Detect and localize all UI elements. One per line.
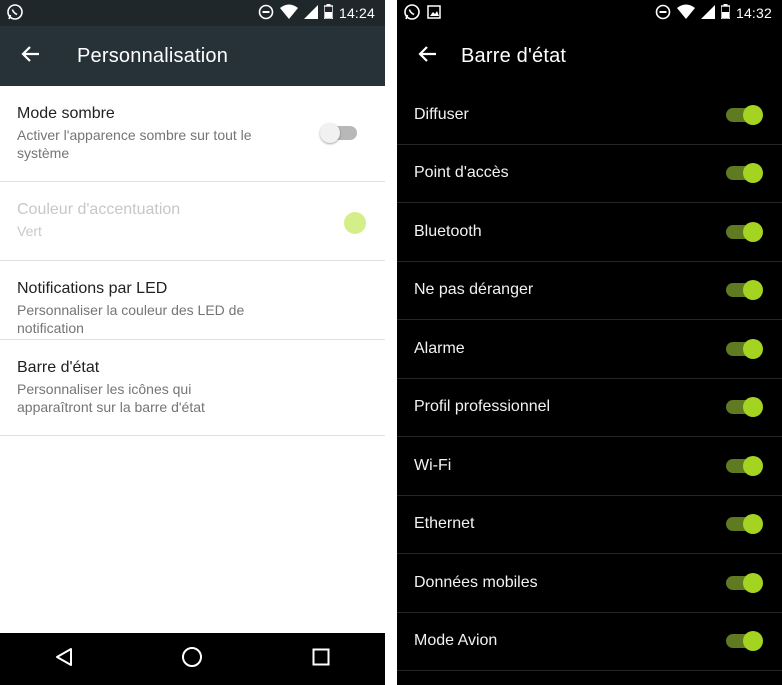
toggle-switch[interactable] xyxy=(726,455,763,476)
app-toolbar: Personnalisation xyxy=(0,26,385,86)
nav-back-button[interactable] xyxy=(34,633,94,685)
toggle-label: Bluetooth xyxy=(414,222,482,240)
toggle-row-work-profile[interactable]: Profil professionnel xyxy=(397,379,782,437)
switch-thumb xyxy=(743,104,763,125)
setting-title: Mode sombre xyxy=(17,105,115,122)
nav-recents-button[interactable] xyxy=(291,633,351,685)
switch-thumb xyxy=(743,631,763,652)
switch-thumb xyxy=(743,280,763,301)
toggle-switch[interactable] xyxy=(726,104,763,125)
toggle-switch[interactable] xyxy=(726,163,763,184)
toggle-label: Diffuser xyxy=(414,105,469,123)
toggle-label: Mode Avion xyxy=(414,632,498,650)
page-title: Personnalisation xyxy=(77,44,229,67)
dnd-icon xyxy=(258,4,274,23)
setting-title: Couleur d'accentuation xyxy=(17,201,181,218)
switch-thumb xyxy=(743,397,763,418)
back-button[interactable] xyxy=(0,26,60,86)
toggle-label: Profil professionnel xyxy=(414,398,551,416)
switch-thumb xyxy=(743,221,763,242)
toggle-switch[interactable] xyxy=(726,280,763,301)
setting-summary: Vert xyxy=(17,223,42,239)
switch-thumb xyxy=(743,514,763,535)
wifi-icon xyxy=(676,4,695,22)
whatsapp-icon xyxy=(403,3,421,24)
accent-color-swatch xyxy=(344,212,366,234)
status-time: 14:32 xyxy=(735,5,772,21)
back-button[interactable] xyxy=(397,26,457,86)
setting-accent-color: Couleur d'accentuation Vert xyxy=(0,182,385,261)
setting-summary: Personnaliser les icônes qui apparaîtron… xyxy=(17,381,205,415)
toggle-row-hotspot[interactable]: Point d'accès xyxy=(397,145,782,203)
cellular-icon xyxy=(700,4,715,22)
toggle-row-ethernet[interactable]: Ethernet xyxy=(397,496,782,554)
status-icon-toggle-list: Diffuser Point d'accès Bluetooth Ne pas … xyxy=(397,86,782,671)
whatsapp-icon xyxy=(6,3,24,24)
toggle-label: Point d'accès xyxy=(414,164,509,182)
status-time: 14:24 xyxy=(338,5,375,21)
app-toolbar: Barre d'état xyxy=(397,26,782,86)
recents-square-icon xyxy=(312,648,330,671)
setting-title: Barre d'état xyxy=(17,359,100,376)
page-title: Barre d'état xyxy=(461,44,567,67)
toggle-switch[interactable] xyxy=(726,221,763,242)
toggle-row-alarm[interactable]: Alarme xyxy=(397,320,782,379)
wifi-icon xyxy=(279,4,298,22)
switch-thumb xyxy=(743,455,763,476)
toggle-switch[interactable] xyxy=(726,338,763,359)
setting-dark-mode[interactable]: Mode sombre Activer l'apparence sombre s… xyxy=(0,86,385,182)
toggle-row-bluetooth[interactable]: Bluetooth xyxy=(397,203,782,262)
setting-title: Notifications par LED xyxy=(17,280,168,297)
status-bar: 14:24 xyxy=(0,0,385,26)
navigation-bar xyxy=(0,633,385,685)
setting-led-notifications[interactable]: Notifications par LED Personnaliser la c… xyxy=(0,261,385,340)
dark-mode-switch[interactable] xyxy=(320,123,357,143)
toggle-row-wifi[interactable]: Wi-Fi xyxy=(397,437,782,496)
cellular-icon xyxy=(303,4,318,22)
battery-icon xyxy=(720,4,731,22)
toggle-switch[interactable] xyxy=(726,397,763,418)
switch-thumb xyxy=(320,123,340,143)
setting-summary: Activer l'apparence sombre sur tout le s… xyxy=(17,127,252,161)
toggle-switch[interactable] xyxy=(726,514,763,535)
arrow-back-icon xyxy=(21,45,39,67)
dnd-icon xyxy=(655,4,671,23)
toggle-switch[interactable] xyxy=(726,572,763,593)
switch-thumb xyxy=(743,163,763,184)
status-bar-settings-screen: 14:32 Barre d'état Diffuser Point d'accè… xyxy=(397,0,782,685)
toggle-row-mobile-data[interactable]: Données mobiles xyxy=(397,554,782,613)
image-icon xyxy=(427,4,441,22)
toggle-label: Alarme xyxy=(414,339,465,357)
toggle-label: Wi-Fi xyxy=(414,456,452,474)
toggle-label: Données mobiles xyxy=(414,573,538,591)
switch-thumb xyxy=(743,338,763,359)
toggle-switch[interactable] xyxy=(726,631,763,652)
back-triangle-icon xyxy=(55,647,73,672)
setting-summary: Personnaliser la couleur des LED de noti… xyxy=(17,302,245,336)
toggle-label: Ne pas déranger xyxy=(414,281,534,299)
toggle-row-dnd[interactable]: Ne pas déranger xyxy=(397,262,782,320)
settings-list: Mode sombre Activer l'apparence sombre s… xyxy=(0,86,385,436)
toggle-row-diffuser[interactable]: Diffuser xyxy=(397,86,782,145)
switch-thumb xyxy=(743,572,763,593)
toggle-row-airplane-mode[interactable]: Mode Avion xyxy=(397,613,782,671)
home-circle-icon xyxy=(181,646,203,673)
personalisation-screen: 14:24 Personnalisation Mode sombre Activ… xyxy=(0,0,385,685)
toggle-label: Ethernet xyxy=(414,515,475,533)
setting-status-bar[interactable]: Barre d'état Personnaliser les icônes qu… xyxy=(0,340,385,436)
arrow-back-icon xyxy=(418,45,436,67)
battery-icon xyxy=(323,4,334,22)
nav-home-button[interactable] xyxy=(162,633,222,685)
status-bar: 14:32 xyxy=(397,0,782,26)
